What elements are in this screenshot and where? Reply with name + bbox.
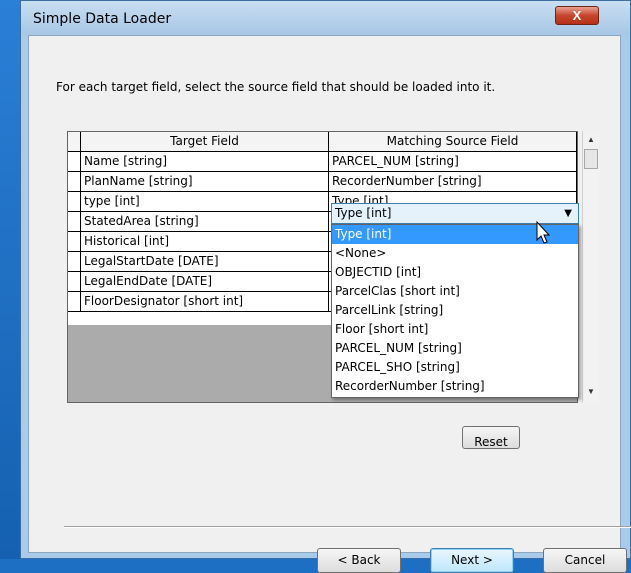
back-button[interactable]: < Back bbox=[317, 548, 401, 573]
corner-header bbox=[68, 132, 81, 152]
row-header[interactable] bbox=[68, 292, 81, 312]
next-button[interactable]: Next > bbox=[430, 548, 514, 573]
source-field-cell[interactable]: RecorderNumber [string] bbox=[329, 172, 577, 192]
chevron-down-icon[interactable]: ▼ bbox=[564, 204, 572, 223]
close-button[interactable]: X bbox=[555, 6, 599, 25]
dropdown-option[interactable]: PARCEL_NUM [string] bbox=[332, 339, 578, 358]
dropdown-option[interactable]: ParcelClas [short int] bbox=[332, 282, 578, 301]
instruction-text: For each target field, select the source… bbox=[56, 80, 496, 94]
reset-button[interactable]: Reset bbox=[462, 426, 520, 449]
desktop-background bbox=[0, 0, 20, 559]
window-title: Simple Data Loader bbox=[33, 11, 172, 27]
row-header[interactable] bbox=[68, 172, 81, 192]
row-header[interactable] bbox=[68, 152, 81, 172]
grid-vertical-scrollbar[interactable]: ▲ ▼ bbox=[582, 131, 599, 403]
source-field-dropdown-list: Type [int] <None> OBJECTID [int] ParcelClas… bbox=[331, 224, 579, 398]
row-header[interactable] bbox=[68, 252, 81, 272]
scroll-up-icon[interactable]: ▲ bbox=[583, 131, 599, 149]
title-bar[interactable]: Simple Data Loader X bbox=[21, 1, 630, 35]
source-field-cell[interactable]: PARCEL_NUM [string] bbox=[329, 152, 577, 172]
scroll-thumb[interactable] bbox=[584, 149, 598, 169]
scroll-down-icon[interactable]: ▼ bbox=[583, 383, 599, 401]
target-field-cell[interactable]: StatedArea [string] bbox=[81, 212, 329, 232]
cancel-button[interactable]: Cancel bbox=[543, 548, 627, 573]
target-field-cell[interactable]: Name [string] bbox=[81, 152, 329, 172]
combo-selected-value: Type [int] bbox=[335, 206, 392, 220]
row-header[interactable] bbox=[68, 232, 81, 252]
column-header-target[interactable]: Target Field bbox=[81, 132, 329, 152]
dropdown-option[interactable]: PARCEL_SHO [string] bbox=[332, 358, 578, 377]
dropdown-option[interactable]: RecorderNumber [string] bbox=[332, 377, 578, 396]
row-header[interactable] bbox=[68, 212, 81, 232]
dropdown-option[interactable]: ParcelLink [string] bbox=[332, 301, 578, 320]
dropdown-option[interactable]: OBJECTID [int] bbox=[332, 263, 578, 282]
target-field-cell[interactable]: type [int] bbox=[81, 192, 329, 212]
close-icon: X bbox=[572, 8, 582, 23]
row-header[interactable] bbox=[68, 192, 81, 212]
dropdown-option[interactable]: <None> bbox=[332, 244, 578, 263]
row-header[interactable] bbox=[68, 272, 81, 292]
dropdown-option[interactable]: Floor [short int] bbox=[332, 320, 578, 339]
target-field-cell[interactable]: FloorDesignator [short int] bbox=[81, 292, 329, 312]
target-field-cell[interactable]: PlanName [string] bbox=[81, 172, 329, 192]
target-field-cell[interactable]: LegalEndDate [DATE] bbox=[81, 272, 329, 292]
target-field-cell[interactable]: Historical [int] bbox=[81, 232, 329, 252]
target-field-cell[interactable]: LegalStartDate [DATE] bbox=[81, 252, 329, 272]
mouse-pointer-icon bbox=[536, 221, 551, 244]
column-header-source[interactable]: Matching Source Field bbox=[329, 132, 577, 152]
separator bbox=[64, 526, 631, 528]
